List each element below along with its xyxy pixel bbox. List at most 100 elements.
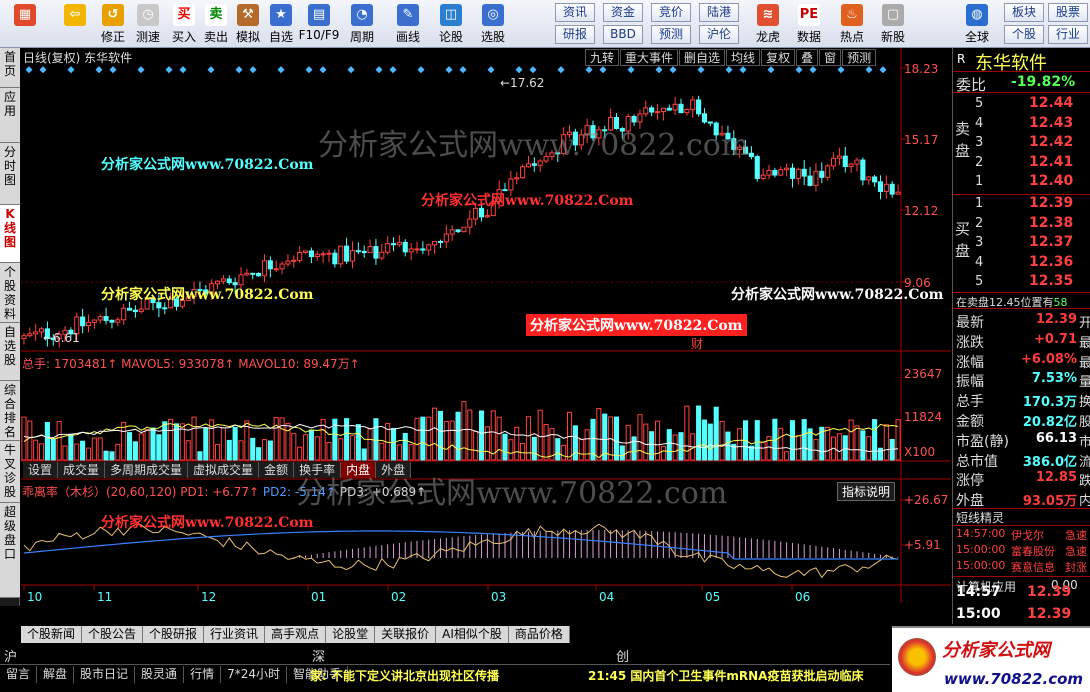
candle-body[interactable] (80, 316, 86, 327)
candle-body[interactable] (801, 168, 807, 177)
toolbar-button3-1-0[interactable]: 个股 (1004, 25, 1044, 44)
candle-body[interactable] (97, 316, 103, 321)
toolbar-back-arrow-button[interactable]: ⇦ (56, 1, 94, 47)
event-marker[interactable] (865, 66, 873, 74)
candle-body[interactable] (660, 107, 666, 113)
candle-body[interactable] (484, 215, 490, 218)
candle-body[interactable] (367, 246, 373, 254)
candle-body[interactable] (285, 260, 291, 265)
status-item-1[interactable]: 解盘 (37, 666, 75, 683)
elf-row[interactable]: 15:00:00 赛意信息 封涨 (953, 559, 1090, 575)
candle-body[interactable] (390, 243, 397, 246)
kline-chart-area[interactable]: 日线(复权) 东华软件 九转 重大事件 删自选 均线 复权叠窗预测 18.23 15.17… (21, 48, 951, 625)
candle-body[interactable] (138, 308, 144, 313)
index-label-2[interactable]: 创 (616, 646, 629, 665)
event-marker[interactable] (179, 66, 187, 74)
candle-body[interactable] (385, 243, 391, 253)
candle-body[interactable] (819, 170, 825, 178)
event-marker[interactable] (375, 66, 383, 74)
candle-body[interactable] (33, 331, 39, 335)
event-marker[interactable] (347, 66, 355, 74)
candle-body[interactable] (872, 176, 878, 183)
event-marker[interactable] (697, 66, 705, 74)
candle-body[interactable] (132, 309, 138, 313)
toolbar-button-1-3[interactable]: 沪伦 (699, 25, 739, 44)
candle-body[interactable] (696, 99, 702, 115)
candle-body[interactable] (795, 168, 801, 179)
candle-body[interactable] (883, 183, 889, 192)
news-ticker-1[interactable]: 家: 不能下定义讲北京出现社区传播 (310, 667, 499, 684)
event-marker[interactable] (417, 66, 425, 74)
event-marker[interactable] (669, 66, 677, 74)
news-tab-5[interactable]: 论股堂 (326, 626, 376, 643)
volume-tab-0[interactable]: 设置 (23, 462, 59, 478)
candle-body[interactable] (91, 319, 97, 323)
candle-body[interactable] (355, 250, 361, 253)
news-tab-6[interactable]: 关联报价 (375, 626, 437, 643)
event-marker[interactable] (249, 66, 257, 74)
candle-body[interactable] (103, 316, 109, 321)
candle-body[interactable] (531, 163, 537, 166)
toolbar-dragon-button[interactable]: ≋ 龙虎 (749, 1, 787, 47)
news-tab-1[interactable]: 个股公告 (82, 626, 144, 643)
event-marker[interactable] (487, 66, 495, 74)
event-marker[interactable] (767, 66, 775, 74)
candle-body[interactable] (396, 241, 402, 246)
candle-body[interactable] (895, 191, 901, 195)
candle-body[interactable] (279, 263, 285, 270)
status-item-2[interactable]: 股市日记 (74, 666, 136, 683)
candle-body[interactable] (760, 174, 766, 179)
toolbar-adjust-button[interactable]: ↺ 修正 (94, 1, 132, 47)
candle-body[interactable] (244, 272, 250, 276)
sell-level-row[interactable]: 5 12.44 (953, 95, 1090, 114)
sell-level-row[interactable]: 3 12.42 (953, 134, 1090, 153)
event-marker[interactable] (305, 66, 313, 74)
candle-body[interactable] (520, 166, 526, 179)
news-tab-8[interactable]: 商品价格 (508, 626, 570, 643)
candle-body[interactable] (443, 233, 449, 243)
candle-body[interactable] (373, 246, 379, 259)
candle-body[interactable] (784, 167, 790, 171)
candle-body[interactable] (291, 259, 297, 262)
event-marker[interactable] (445, 66, 453, 74)
event-marker[interactable] (165, 66, 173, 74)
toolbar-clock-button[interactable]: ◷ 测速 (129, 1, 167, 47)
toolbar-button-1-2[interactable]: 预测 (651, 25, 691, 44)
finance-marker[interactable]: 财 (691, 337, 703, 351)
event-marker[interactable] (67, 66, 75, 74)
toolbar-discuss-button[interactable]: ◫ 论股 (432, 1, 470, 47)
elf-row[interactable]: 15:00:00 富春股份 急速 (953, 543, 1090, 559)
candle-body[interactable] (672, 103, 678, 111)
news-tab-3[interactable]: 行业资讯 (204, 626, 266, 643)
candle-body[interactable] (889, 183, 895, 195)
candle-body[interactable] (314, 253, 320, 258)
index-label-1[interactable]: 深 (312, 646, 325, 665)
toolbar-pencil-button[interactable]: ✎ 画线 (389, 1, 427, 47)
candle-body[interactable] (361, 250, 367, 254)
candle-body[interactable] (220, 278, 226, 282)
candle-body[interactable] (789, 167, 796, 179)
news-tab-2[interactable]: 个股研报 (143, 626, 205, 643)
event-marker[interactable] (879, 66, 887, 74)
toolbar-button3-1-1[interactable]: 行业 (1048, 25, 1088, 44)
candle-body[interactable] (830, 157, 837, 167)
event-marker[interactable] (319, 66, 327, 74)
indicator-help-button[interactable]: 指标说明 (837, 482, 896, 501)
toolbar-button-0-2[interactable]: 竞价 (651, 3, 691, 22)
candle-body[interactable] (226, 278, 232, 284)
candle-body[interactable] (842, 155, 848, 168)
buy-level-row[interactable]: 3 12.37 (953, 234, 1090, 253)
sell-level-row[interactable]: 2 12.41 (953, 154, 1090, 173)
candle-body[interactable] (467, 218, 473, 228)
event-marker[interactable] (515, 66, 523, 74)
candle-body[interactable] (848, 163, 854, 168)
candle-body[interactable] (420, 248, 426, 251)
candle-body[interactable] (649, 107, 655, 113)
leftnav-item-6[interactable]: 综合排名 (0, 381, 20, 441)
candle-body[interactable] (250, 272, 256, 275)
candle-body[interactable] (684, 109, 690, 114)
candle-body[interactable] (379, 251, 385, 259)
event-marker[interactable] (235, 66, 243, 74)
candle-body[interactable] (308, 250, 314, 258)
candle-body[interactable] (344, 245, 350, 262)
